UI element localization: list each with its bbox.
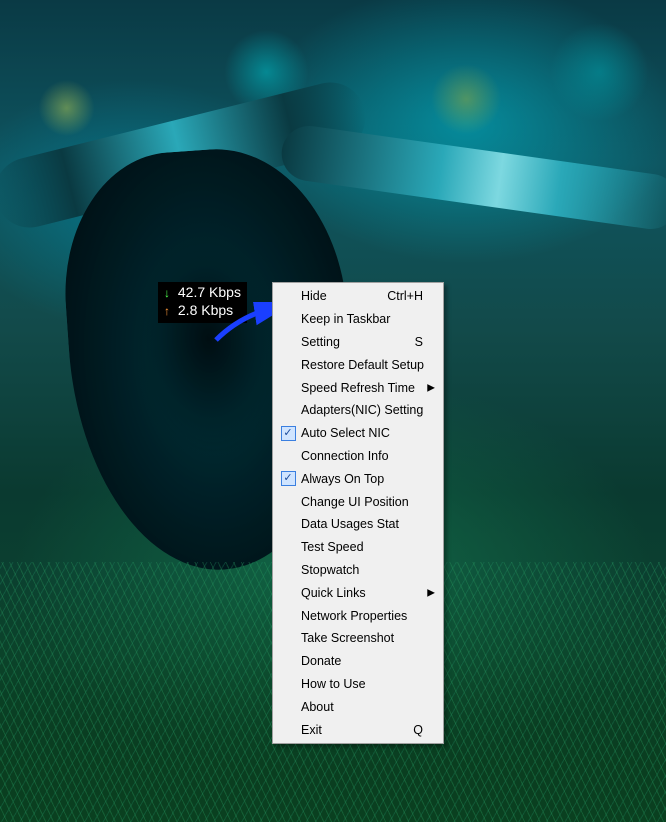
menu-item-label: Change UI Position xyxy=(301,495,423,509)
network-speed-widget[interactable]: ↓ 42.7 Kbps ↑ 2.8 Kbps xyxy=(158,282,247,323)
menu-item-connection-info[interactable]: Connection Info xyxy=(275,445,441,468)
menu-item-label: Stopwatch xyxy=(301,563,423,577)
menu-item-adapters-nic[interactable]: Adapters(NIC) Setting xyxy=(275,399,441,422)
menu-item-check-auto-select-nic: ✓ xyxy=(275,426,301,441)
menu-item-quick-links[interactable]: Quick Links ▶ xyxy=(275,581,441,604)
menu-item-label: Speed Refresh Time xyxy=(301,381,423,395)
upload-speed-row: ↑ 2.8 Kbps xyxy=(164,302,241,320)
menu-item-shortcut: Ctrl+H xyxy=(387,289,423,303)
menu-item-speed-refresh[interactable]: Speed Refresh Time ▶ xyxy=(275,376,441,399)
menu-item-label: Connection Info xyxy=(301,449,423,463)
menu-item-setting[interactable]: SettingS xyxy=(275,331,441,354)
menu-item-hide[interactable]: HideCtrl+H xyxy=(275,285,441,308)
upload-speed-value: 2.8 Kbps xyxy=(178,302,233,318)
menu-item-label: Quick Links xyxy=(301,586,423,600)
menu-item-auto-select-nic[interactable]: ✓ Auto Select NIC xyxy=(275,422,441,445)
menu-item-about[interactable]: About xyxy=(275,695,441,718)
menu-item-label: How to Use xyxy=(301,677,423,691)
context-menu: HideCtrl+H Keep in Taskbar SettingS Restore… xyxy=(272,282,444,744)
submenu-arrow-icon: ▶ xyxy=(427,382,435,393)
menu-item-label: Data Usages Stat xyxy=(301,517,423,531)
menu-item-change-ui-position[interactable]: Change UI Position xyxy=(275,490,441,513)
menu-item-label: Restore Default Setup xyxy=(301,358,424,372)
menu-item-label: Hide xyxy=(301,289,387,303)
menu-item-shortcut: S xyxy=(415,335,423,349)
menu-item-stopwatch[interactable]: Stopwatch xyxy=(275,559,441,582)
download-speed-value: 42.7 Kbps xyxy=(178,284,241,300)
menu-item-check-always-on-top: ✓ xyxy=(275,471,301,486)
menu-item-label: Exit xyxy=(301,723,413,737)
menu-item-restore-default[interactable]: Restore Default Setup xyxy=(275,353,441,376)
menu-item-label: Setting xyxy=(301,335,415,349)
menu-item-label: Test Speed xyxy=(301,540,423,554)
desktop-background: ↓ 42.7 Kbps ↑ 2.8 Kbps HideCtrl+H Keep in… xyxy=(0,0,666,822)
download-speed-row: ↓ 42.7 Kbps xyxy=(164,284,241,302)
menu-item-label: Take Screenshot xyxy=(301,631,423,645)
checkmark-icon: ✓ xyxy=(281,471,296,486)
menu-item-label: Donate xyxy=(301,654,423,668)
menu-item-donate[interactable]: Donate xyxy=(275,650,441,673)
menu-item-take-screenshot[interactable]: Take Screenshot xyxy=(275,627,441,650)
menu-item-label: Always On Top xyxy=(301,472,423,486)
menu-item-label: Keep in Taskbar xyxy=(301,312,423,326)
submenu-arrow-icon: ▶ xyxy=(427,587,435,598)
menu-item-label: About xyxy=(301,700,423,714)
menu-item-label: Adapters(NIC) Setting xyxy=(301,403,423,417)
menu-item-test-speed[interactable]: Test Speed xyxy=(275,536,441,559)
menu-item-exit[interactable]: ExitQ xyxy=(275,718,441,741)
download-arrow-icon: ↓ xyxy=(164,285,174,302)
menu-item-network-properties[interactable]: Network Properties xyxy=(275,604,441,627)
menu-item-data-usages-stat[interactable]: Data Usages Stat xyxy=(275,513,441,536)
checkmark-icon: ✓ xyxy=(281,426,296,441)
menu-item-label: Network Properties xyxy=(301,609,423,623)
upload-arrow-icon: ↑ xyxy=(164,303,174,320)
menu-item-shortcut: Q xyxy=(413,723,423,737)
menu-item-keep-in-taskbar[interactable]: Keep in Taskbar xyxy=(275,308,441,331)
menu-item-always-on-top[interactable]: ✓ Always On Top xyxy=(275,467,441,490)
menu-item-label: Auto Select NIC xyxy=(301,426,423,440)
menu-item-how-to-use[interactable]: How to Use xyxy=(275,673,441,696)
